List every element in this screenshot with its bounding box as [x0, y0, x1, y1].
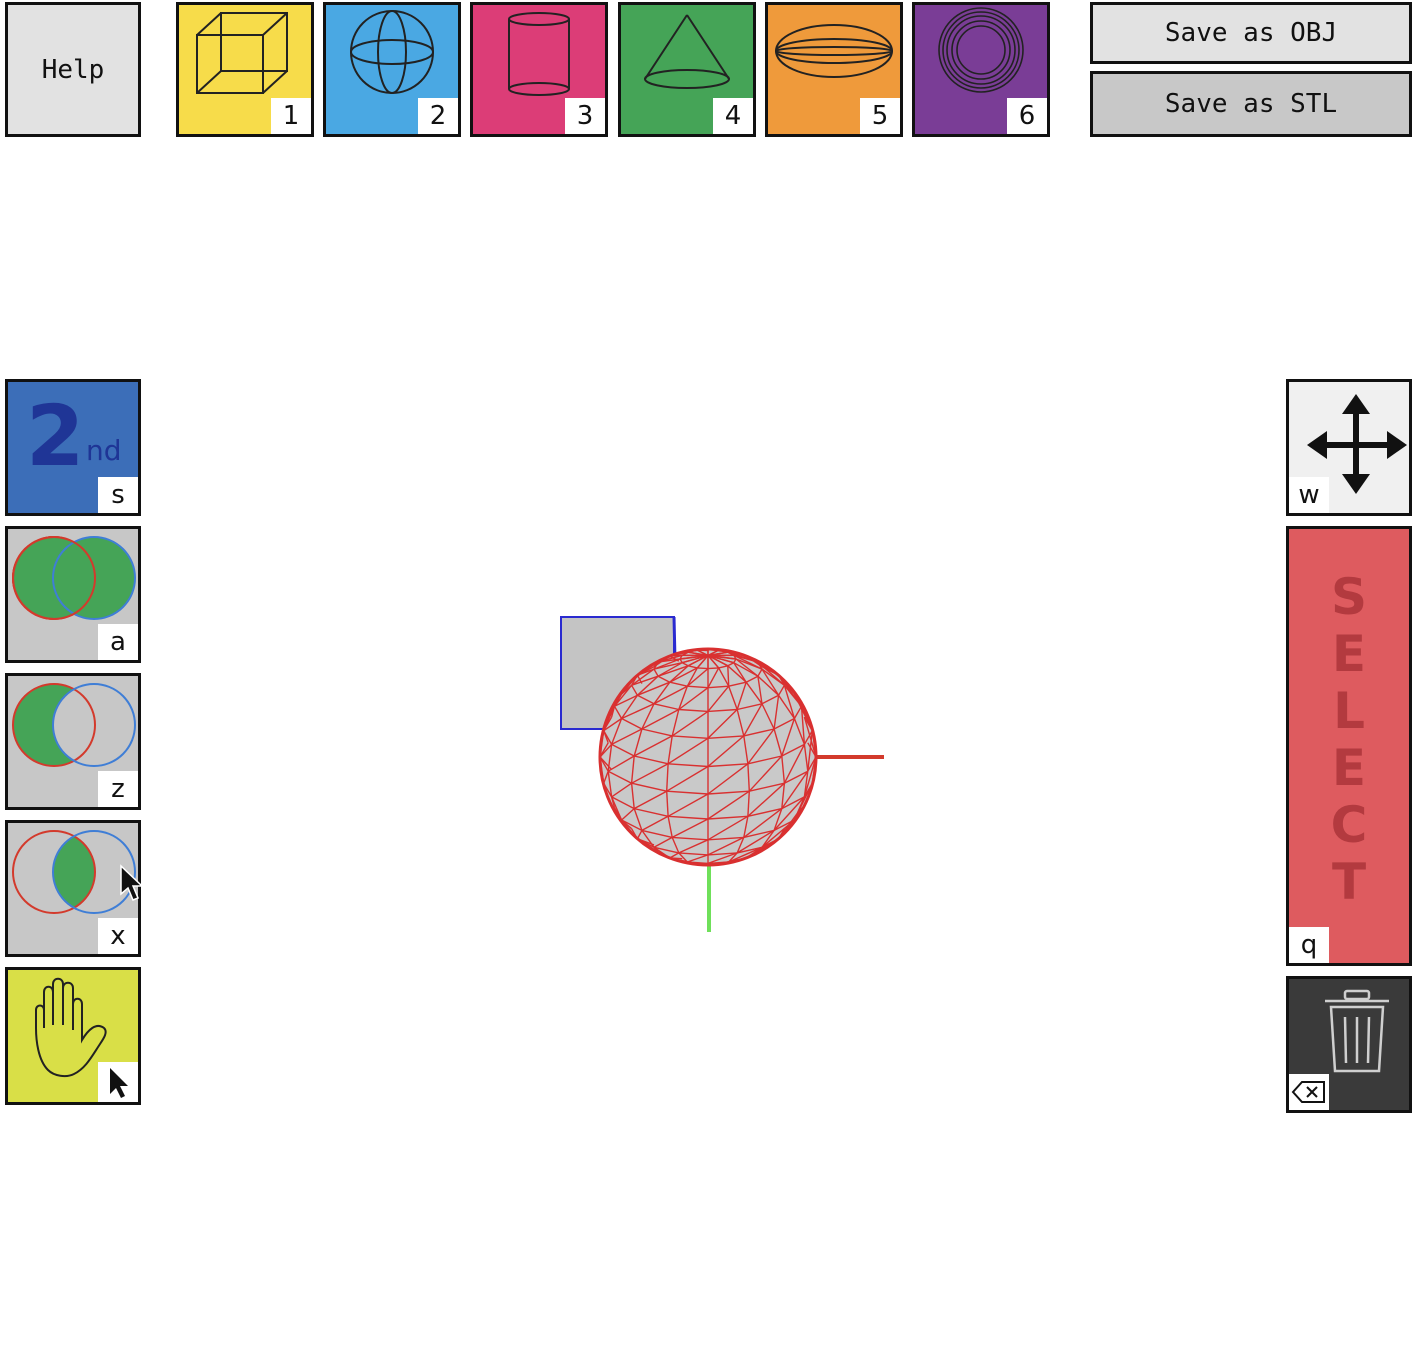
cursor-arrow-icon [110, 1068, 128, 1098]
torus-button[interactable]: 6 [912, 2, 1050, 137]
sphere-wire-edge [707, 667, 719, 670]
sphere-wire-edge [727, 665, 730, 687]
sphere-wire-edge [697, 862, 709, 865]
select-button[interactable]: S E L E C T q [1286, 526, 1412, 966]
delete-button[interactable] [1286, 976, 1412, 1113]
second-mode-button[interactable]: 2 nd s [5, 379, 141, 516]
union-button[interactable]: a [5, 526, 141, 663]
viewport-3d[interactable] [0, 0, 1412, 1356]
sphere-wire-edge [697, 667, 709, 670]
select-letter: T [1331, 853, 1367, 911]
save-stl-label: Save as STL [1164, 89, 1338, 119]
save-obj-button[interactable]: Save as OBJ [1090, 2, 1412, 64]
key-badge: x [98, 918, 138, 954]
cube-button[interactable]: 1 [176, 2, 314, 137]
help-label: Help [41, 54, 105, 85]
key-badge: 5 [860, 98, 900, 134]
cone-button[interactable]: 4 [618, 2, 756, 137]
help-button[interactable]: Help [5, 2, 141, 137]
select-letter: E [1331, 625, 1367, 683]
difference-button[interactable]: z [5, 673, 141, 810]
key-badge: 1 [271, 98, 311, 134]
select-letter: L [1333, 682, 1365, 740]
key-badge: s [98, 477, 138, 513]
key-badge: 4 [713, 98, 753, 134]
key-badge: z [98, 771, 138, 807]
cylinder-button[interactable]: 3 [470, 2, 608, 137]
key-badge: w [1289, 477, 1329, 513]
save-stl-button[interactable]: Save as STL [1090, 71, 1412, 137]
key-badge: a [98, 624, 138, 660]
ellipsoid-button[interactable]: 5 [765, 2, 903, 137]
sphere-object[interactable] [598, 647, 818, 867]
key-badge: 2 [418, 98, 458, 134]
sphere-button[interactable]: 2 [323, 2, 461, 137]
save-obj-label: Save as OBJ [1164, 18, 1338, 48]
sphere-wire-edge [669, 857, 683, 860]
select-letter: E [1331, 739, 1367, 797]
backspace-icon [1291, 1081, 1325, 1103]
key-badge: 3 [565, 98, 605, 134]
cursor-key-badge [98, 1062, 138, 1102]
key-badge: q [1289, 927, 1329, 963]
select-letter: C [1330, 796, 1368, 854]
select-letter: S [1330, 568, 1367, 626]
pan-button[interactable] [5, 967, 141, 1105]
second-mode-number: 2 [26, 387, 85, 485]
select-label: S E L E C T [1289, 569, 1409, 911]
move-button[interactable]: w [1286, 379, 1412, 516]
sphere-wire-edge [697, 649, 709, 652]
key-badge: 6 [1007, 98, 1047, 134]
mouse-cursor-icon [120, 864, 144, 901]
second-mode-suffix: nd [86, 434, 122, 467]
backspace-key-badge [1289, 1074, 1329, 1110]
